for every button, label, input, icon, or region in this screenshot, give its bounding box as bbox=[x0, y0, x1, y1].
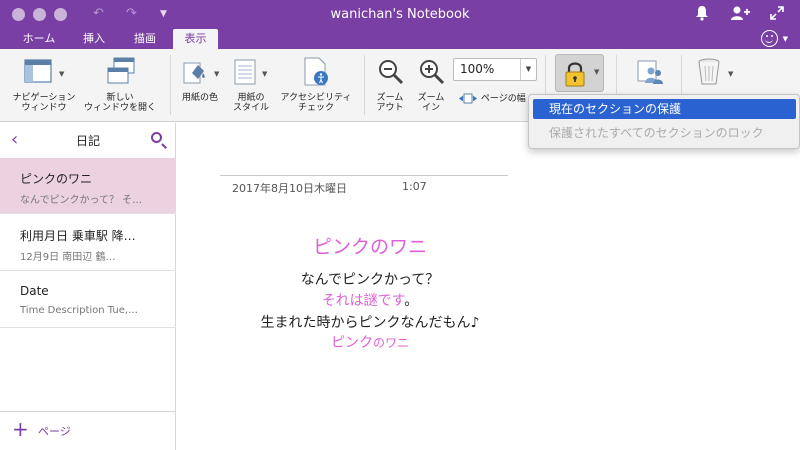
ribbon-tabs: ホーム 挿入 描画 表示 ▼ bbox=[0, 29, 800, 49]
tab-view[interactable]: 表示 bbox=[173, 29, 218, 49]
users-icon bbox=[637, 60, 663, 84]
ribbon-separator bbox=[364, 55, 365, 115]
note-line[interactable]: それは謎です。 bbox=[200, 290, 540, 310]
page-list-item[interactable]: ピンクのワニ なんでピンクかって？ そ… bbox=[0, 158, 176, 214]
page-date: 2017年8月10日木曜日 bbox=[232, 182, 347, 195]
bell-icon[interactable] bbox=[695, 5, 709, 26]
zoom-in-button[interactable]: ズーム イン bbox=[409, 49, 453, 122]
add-page-button[interactable]: + ページ bbox=[0, 411, 176, 450]
title-bar: ↶ ↷ ▼ wanichan's Notebook bbox=[0, 0, 800, 29]
note-line[interactable]: 生まれた時からピンクなんだもん♪ bbox=[200, 312, 540, 332]
search-icon[interactable] bbox=[151, 132, 162, 143]
protection-dropdown-menu: 現在のセクションの保護 保護されたすべてのセクションのロック bbox=[528, 94, 800, 149]
new-window-button[interactable]: 新しい ウィンドウを開く bbox=[82, 49, 158, 122]
zoom-in-label: ズーム イン bbox=[417, 93, 445, 113]
new-window-icon bbox=[107, 57, 135, 84]
window-title: wanichan's Notebook bbox=[330, 7, 470, 22]
chevron-down-icon: ▼ bbox=[594, 68, 600, 76]
page-preview: Time Description Tue,… bbox=[20, 305, 139, 316]
signature-part: のワニ bbox=[372, 336, 409, 350]
zoom-out-button[interactable]: ズーム アウト bbox=[368, 49, 412, 122]
zoom-in-icon bbox=[420, 60, 445, 85]
accessibility-check-button[interactable]: アクセシビリティ チェック bbox=[276, 49, 356, 122]
ruled-paper-icon bbox=[234, 59, 256, 85]
page-list-sidebar: ‹ 日記 ピンクのワニ なんでピンクかって？ そ… 利用月日 乗車駅 降… 12… bbox=[0, 123, 176, 450]
feedback-caret-icon[interactable]: ▼ bbox=[783, 35, 788, 43]
navigation-window-label: ナビゲーション ウィンドウ bbox=[12, 93, 76, 113]
tab-home[interactable]: ホーム bbox=[12, 29, 66, 49]
page-preview: なんでピンクかって？ そ… bbox=[20, 195, 143, 206]
tab-insert[interactable]: 挿入 bbox=[74, 29, 114, 49]
signature-part: ピンク bbox=[330, 335, 373, 351]
page-title-divider bbox=[220, 175, 508, 176]
paper-style-label: 用紙の スタイル bbox=[232, 93, 269, 113]
note-signature[interactable]: ピンクのワニ bbox=[200, 332, 540, 352]
sidebar-header: ‹ 日記 bbox=[0, 123, 176, 158]
page-title: Date bbox=[20, 284, 49, 298]
chevron-down-icon: ▼ bbox=[728, 70, 734, 78]
page-width-label: ページの幅 bbox=[480, 94, 526, 104]
password-protection-button[interactable]: ▼ bbox=[555, 54, 604, 92]
page-title: 利用月日 乗車駅 降… bbox=[20, 229, 136, 243]
navigation-window-icon bbox=[24, 59, 52, 83]
menu-item-protect-current-section[interactable]: 現在のセクションの保護 bbox=[533, 99, 796, 119]
page-list-item[interactable]: Date Time Description Tue,… bbox=[0, 272, 176, 328]
accessibility-icon bbox=[304, 57, 328, 86]
paper-color-button[interactable]: ▼ 用紙の色 bbox=[174, 49, 226, 122]
pink-text: それは謎です bbox=[321, 293, 405, 309]
paper-color-label: 用紙の色 bbox=[181, 93, 218, 103]
ribbon-separator bbox=[170, 55, 171, 115]
chevron-down-icon: ▼ bbox=[214, 70, 220, 78]
page-width-button[interactable]: ページの幅 bbox=[458, 93, 526, 105]
page-list-item[interactable]: 利用月日 乗車駅 降… 12月9日 南田辺 鶴… bbox=[0, 215, 176, 271]
note-text: 。 bbox=[404, 293, 419, 309]
zoom-out-label: ズーム アウト bbox=[376, 93, 404, 113]
navigation-window-button[interactable]: ▼ ナビゲーション ウィンドウ bbox=[4, 49, 84, 122]
page-time: 1:07 bbox=[402, 180, 427, 193]
tab-draw[interactable]: 描画 bbox=[122, 29, 168, 49]
page-width-icon bbox=[459, 93, 477, 104]
new-window-label: 新しい ウィンドウを開く bbox=[83, 93, 156, 113]
accessibility-check-label: アクセシビリティ チェック bbox=[280, 93, 352, 113]
trash-icon bbox=[698, 58, 720, 85]
padlock-icon bbox=[565, 62, 585, 87]
chevron-down-icon: ▼ bbox=[262, 70, 268, 78]
add-page-label: ページ bbox=[38, 425, 71, 438]
chevron-down-icon[interactable]: ▼ bbox=[520, 59, 536, 80]
zoom-level-combobox[interactable]: 100% ▼ bbox=[453, 58, 537, 81]
section-title: 日記 bbox=[75, 134, 100, 148]
menu-item-lock-all-sections[interactable]: 保護されたすべてのセクションのロック bbox=[533, 123, 796, 143]
fullscreen-icon[interactable] bbox=[769, 5, 785, 26]
zoom-level-value: 100% bbox=[460, 62, 495, 76]
note-line[interactable]: なんでピンクかって？ bbox=[200, 269, 540, 289]
add-user-icon[interactable] bbox=[730, 5, 750, 26]
note-heading[interactable]: ピンクのワニ bbox=[200, 232, 540, 259]
chevron-down-icon: ▼ bbox=[59, 70, 65, 78]
paper-style-button[interactable]: ▼ 用紙の スタイル bbox=[228, 49, 274, 122]
zoom-out-icon bbox=[379, 60, 404, 85]
page-title: ピンクのワニ bbox=[20, 172, 93, 186]
paint-bucket-icon bbox=[183, 62, 205, 84]
feedback-smiley-icon[interactable] bbox=[761, 30, 778, 47]
plus-icon: + bbox=[12, 417, 29, 441]
page-preview: 12月9日 南田辺 鶴… bbox=[20, 252, 116, 263]
